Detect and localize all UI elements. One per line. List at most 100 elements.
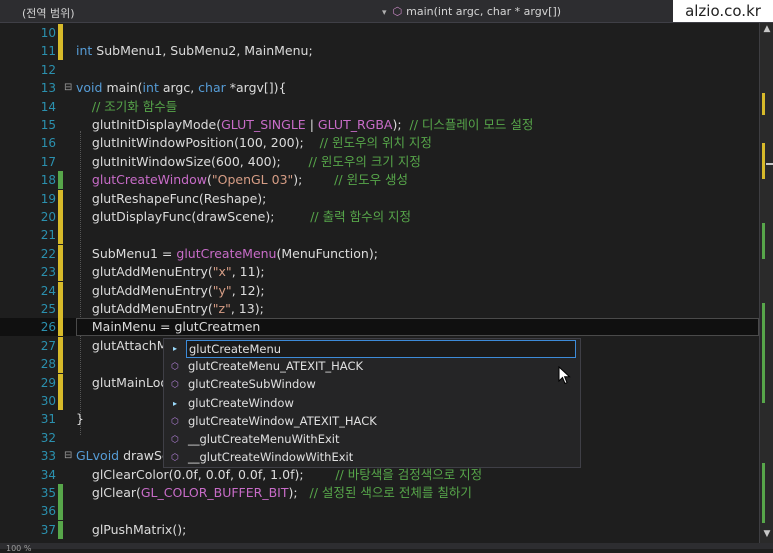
code-token: , 12);: [231, 282, 265, 298]
vertical-scrollbar[interactable]: ▲ ▼: [759, 23, 773, 543]
code-line[interactable]: 23 glutAddMenuEntry("x", 11);: [0, 263, 759, 282]
code-line[interactable]: 22 SubMenu1 = glutCreateMenu(MenuFunctio…: [0, 244, 759, 263]
code-token: glutAddMenuEntry(: [76, 301, 213, 316]
code-text[interactable]: SubMenu1 = glutCreateMenu(MenuFunction);: [76, 245, 759, 263]
code-text[interactable]: glutInitWindowPosition(100, 200); // 윈도우…: [76, 134, 759, 152]
autocomplete-item[interactable]: ⬡ glutCreateSubWindow: [164, 376, 578, 394]
change-indicator: [58, 520, 63, 539]
change-indicator: [58, 336, 63, 355]
code-text[interactable]: glClear(GL_COLOR_BUFFER_BIT); // 설정된 색으로…: [76, 484, 759, 502]
change-indicator: [58, 318, 63, 337]
collapse-icon[interactable]: ⊟: [64, 79, 74, 97]
code-token: // 윈도우의 크기 지정: [308, 153, 421, 169]
code-line[interactable]: 11 int SubMenu1, SubMenu2, MainMenu;: [0, 42, 759, 61]
autocomplete-item[interactable]: ⬡ glutCreateMenu_ATEXIT_HACK: [164, 358, 578, 376]
line-number: 26: [40, 320, 56, 335]
code-text[interactable]: glutReshapeFunc(Reshape);: [76, 190, 759, 208]
code-text[interactable]: glutInitDisplayMode(GLUT_SINGLE | GLUT_R…: [76, 116, 759, 134]
code-line[interactable]: 26 MainMenu = glutCreatmen: [0, 318, 759, 337]
scroll-thumb-marker: [766, 163, 773, 165]
navigation-bar: (전역 범위) ▾ ⬡ main(int argc, char * argv[]) …: [0, 0, 773, 23]
line-number: 28: [40, 357, 56, 372]
code-token: // 윈도우의 위치 지정: [319, 135, 432, 151]
code-line[interactable]: 19 glutReshapeFunc(Reshape);: [0, 189, 759, 208]
code-line[interactable]: 24 glutAddMenuEntry("y", 12);: [0, 281, 759, 300]
code-line[interactable]: 12: [0, 61, 759, 79]
autocomplete-item[interactable]: ▸ glutCreateMenu: [164, 340, 578, 358]
line-number: 32: [40, 430, 56, 445]
code-token: // 디스플레이 모드 설정: [409, 117, 534, 132]
autocomplete-item-label: glutCreateMenu: [186, 340, 576, 358]
code-line[interactable]: 35 glClear(GL_COLOR_BUFFER_BIT); // 설정된 …: [0, 484, 759, 502]
code-line[interactable]: 37 glPushMatrix();: [0, 520, 759, 539]
dropdown-caret-icon: ▾: [382, 8, 387, 18]
code-line[interactable]: 14 // 조기화 함수들: [0, 98, 759, 116]
code-text[interactable]: glPushMatrix();: [76, 521, 759, 539]
autocomplete-item[interactable]: ⬡ glutCreateWindow_ATEXIT_HACK: [164, 413, 578, 431]
code-text[interactable]: glClearColor(0.0f, 0.0f, 0.0f, 1.0f); //…: [76, 466, 759, 484]
code-token: glutCreateWindow: [91, 172, 207, 188]
code-line[interactable]: 25 glutAddMenuEntry("z", 13);: [0, 300, 759, 318]
code-line[interactable]: 15 glutInitDisplayMode(GLUT_SINGLE | GLU…: [0, 116, 759, 134]
code-token: GLUT_SINGLE: [221, 117, 306, 132]
code-text[interactable]: glutAddMenuEntry("x", 11);: [76, 263, 759, 281]
change-indicator: [58, 171, 63, 190]
code-text[interactable]: void main(int argc, char *argv[]){: [76, 79, 759, 97]
change-indicator: [58, 355, 63, 374]
line-number: 31: [40, 412, 56, 427]
scroll-down-arrow-icon[interactable]: ▼: [762, 529, 772, 539]
scope-dropdown[interactable]: (전역 범위): [22, 5, 75, 21]
collapse-icon[interactable]: ⊟: [64, 447, 74, 465]
code-line[interactable]: 21: [0, 226, 759, 245]
code-text[interactable]: glutCreateWindow("OpenGL 03"); // 윈도우 생성: [76, 171, 759, 189]
line-number: 27: [40, 338, 56, 353]
line-number: 15: [40, 118, 56, 132]
code-token: argc,: [162, 80, 199, 96]
code-line[interactable]: 17 glutInitWindowSize(600, 400); // 윈도우의…: [0, 153, 759, 171]
intellisense-popup: ▸ glutCreateMenu ⬡ glutCreateMenu_ATEXIT_HA…: [163, 338, 581, 468]
code-token: |: [305, 117, 318, 132]
horizontal-scrollbar[interactable]: [0, 543, 773, 549]
code-token: // 출력 함수의 지정: [310, 209, 412, 224]
autocomplete-item-label: glutCreateWindow_ATEXIT_HACK: [188, 413, 377, 428]
function-dropdown[interactable]: ▾ ⬡ main(int argc, char * argv[]): [382, 5, 561, 18]
function-icon: ⬡: [171, 416, 179, 427]
code-line[interactable]: 36: [0, 502, 759, 521]
code-line[interactable]: 34 glClearColor(0.0f, 0.0f, 0.0f, 1.0f);…: [0, 466, 759, 484]
code-text[interactable]: glutDisplayFunc(drawScene); // 출력 함수의 지정: [76, 208, 759, 226]
code-line[interactable]: 13 ⊟ void main(int argc, char *argv[]){: [0, 79, 759, 97]
code-line[interactable]: 18 glutCreateWindow("OpenGL 03"); // 윈도우…: [0, 171, 759, 190]
autocomplete-item[interactable]: ⬡ __glutCreateMenuWithExit: [164, 431, 578, 449]
function-icon: ⬡: [171, 435, 179, 445]
code-text[interactable]: [76, 226, 759, 244]
code-text[interactable]: // 조기화 함수들: [76, 98, 759, 116]
function-icon: ⬡: [171, 453, 179, 464]
autocomplete-item[interactable]: ⬡ __glutCreateWindowWithExit: [164, 449, 578, 467]
code-token: }: [76, 411, 84, 427]
code-line[interactable]: 10: [0, 24, 759, 42]
code-token: GLvoid: [76, 448, 124, 464]
code-text[interactable]: int SubMenu1, SubMenu2, MainMenu;: [76, 42, 759, 60]
code-token: "z": [212, 301, 231, 316]
line-number: 23: [40, 265, 56, 280]
code-text[interactable]: [76, 24, 759, 42]
scroll-up-arrow-icon[interactable]: ▲: [762, 24, 772, 34]
code-line[interactable]: 16 glutInitWindowPosition(100, 200); // …: [0, 134, 759, 152]
code-token: glutInitWindowSize(600, 400);: [76, 153, 309, 169]
function-dropdown-label: main(int argc, char * argv[]): [406, 5, 562, 18]
autocomplete-item[interactable]: ▸ glutCreateWindow: [164, 395, 578, 413]
change-marker: [762, 303, 765, 403]
code-token: glutReshapeFunc(Reshape);: [76, 190, 267, 206]
code-token: GL_COLOR_BUFFER_BIT: [140, 485, 289, 500]
code-text[interactable]: glutInitWindowSize(600, 400); // 윈도우의 크기…: [76, 153, 759, 171]
code-text[interactable]: glutAddMenuEntry("z", 13);: [76, 300, 759, 318]
change-indicator: [58, 373, 63, 392]
code-line[interactable]: 20 glutDisplayFunc(drawScene); // 출력 함수의…: [0, 208, 759, 226]
code-text[interactable]: MainMenu = glutCreatmen: [76, 318, 759, 337]
code-text[interactable]: [76, 61, 759, 79]
code-text[interactable]: glutAddMenuEntry("y", 12);: [76, 282, 759, 300]
line-number: 24: [40, 283, 56, 298]
code-text[interactable]: [76, 502, 759, 520]
code-token: glutInitWindowPosition(100, 200);: [76, 135, 320, 151]
